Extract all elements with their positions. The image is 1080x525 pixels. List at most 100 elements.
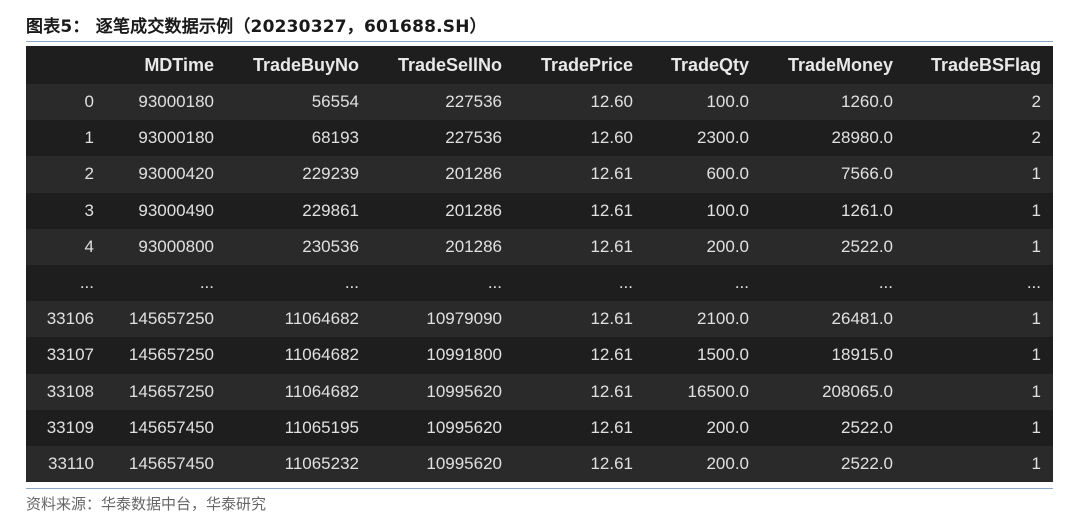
tradeprice-cell: 12.61 [590, 164, 633, 184]
row-index-cell: ... [79, 273, 94, 293]
tradesellno-cell: 10979090 [426, 309, 502, 329]
tradesellno-cell: 201286 [445, 164, 502, 184]
tradesellno-cell: 227536 [445, 92, 502, 112]
tradebsflag-cell: 1 [1031, 417, 1041, 437]
column-header-tradebsflag: TradeBSFlag [930, 54, 1041, 75]
row-index-cell: 33108 [46, 381, 94, 401]
table-row: 0 93000180 56554 227536 12.60 100.0 1260… [26, 84, 1053, 121]
column-header-index [26, 46, 102, 84]
tradeqty-cell: 200.0 [706, 236, 749, 256]
tradebsflag-cell: ... [1026, 273, 1041, 293]
tradeqty-cell: 600.0 [706, 164, 749, 184]
tradesellno-cell: 201286 [445, 236, 502, 256]
tradebuyno-cell: 11064682 [284, 381, 359, 401]
tradebuyno-cell: 230536 [302, 236, 359, 256]
tradebsflag-cell: 1 [1031, 381, 1041, 401]
tradesellno-cell: ... [487, 273, 502, 293]
mdtime-cell: 93000800 [138, 236, 214, 256]
tradeqty-cell: 200.0 [706, 453, 749, 473]
tradeprice-cell: 12.61 [590, 345, 633, 365]
tradeqty-cell: 16500.0 [687, 381, 749, 401]
tradebsflag-cell: 1 [1031, 164, 1041, 184]
tradesellno-cell: 10995620 [426, 381, 502, 401]
column-header-tradebuyno: TradeBuyNo [252, 54, 359, 75]
mdtime-cell: 93000420 [138, 164, 214, 184]
tradesellno-cell: 10991800 [426, 345, 502, 365]
tradebsflag-cell: 1 [1031, 200, 1041, 220]
bottom-divider [26, 488, 1053, 489]
tradesellno-cell: 201286 [445, 200, 502, 220]
tradeprice-cell: 12.61 [590, 417, 633, 437]
mdtime-cell: 145657450 [128, 417, 214, 437]
data-table-container: MDTime TradeBuyNo TradeSellNo TradePrice… [26, 46, 1053, 483]
tradebsflag-cell: 1 [1031, 236, 1041, 256]
tradesellno-cell: 10995620 [426, 417, 502, 437]
table-row: 33110 145657450 11065232 10995620 12.61 … [26, 445, 1053, 483]
tradeprice-cell: 12.61 [590, 381, 633, 401]
tradeqty-cell: 100.0 [706, 200, 749, 220]
trademoney-cell: 26481.0 [831, 309, 893, 329]
trademoney-cell: ... [878, 273, 893, 293]
row-index-cell: 2 [84, 164, 94, 184]
trademoney-cell: 1260.0 [841, 92, 893, 112]
top-divider [26, 41, 1053, 42]
row-index-cell: 33109 [46, 417, 94, 437]
column-header-tradesellno: TradeSellNo [397, 54, 502, 75]
tradebuyno-cell: 11064682 [284, 309, 359, 329]
trade-data-table: MDTime TradeBuyNo TradeSellNo TradePrice… [26, 46, 1053, 483]
table-row: 33107 145657250 11064682 10991800 12.61 … [26, 337, 1053, 374]
row-index-cell: 3 [84, 200, 94, 220]
tradeqty-cell: ... [734, 273, 749, 293]
trademoney-cell: 7566.0 [841, 164, 893, 184]
table-row: 33106 145657250 11064682 10979090 12.61 … [26, 301, 1053, 338]
tradebsflag-cell: 1 [1031, 453, 1041, 473]
tradeqty-cell: 2100.0 [697, 309, 749, 329]
tradeprice-cell: 12.60 [590, 92, 633, 112]
row-index-cell: 0 [84, 92, 94, 112]
trademoney-cell: 2522.0 [841, 417, 893, 437]
tradeqty-cell: 200.0 [706, 417, 749, 437]
table-row: 4 93000800 230536 201286 12.61 200.0 252… [26, 228, 1053, 265]
mdtime-cell: 145657250 [128, 345, 214, 365]
column-header-trademoney: TradeMoney [787, 54, 893, 75]
mdtime-cell: ... [199, 273, 214, 293]
row-index-cell: 4 [84, 236, 94, 256]
mdtime-cell: 93000180 [138, 92, 214, 112]
table-row: 33108 145657250 11064682 10995620 12.61 … [26, 373, 1053, 410]
mdtime-cell: 145657250 [128, 309, 214, 329]
tradesellno-cell: 10995620 [426, 453, 502, 473]
source-note: 资料来源：华泰数据中台，华泰研究 [26, 495, 267, 513]
mdtime-cell: 145657250 [128, 381, 214, 401]
table-row-ellipsis: ... ... ... ... ... ... ... ... [26, 264, 1053, 302]
mdtime-cell: 93000180 [138, 128, 214, 148]
trademoney-cell: 2522.0 [841, 236, 893, 256]
tradesellno-cell: 227536 [445, 128, 502, 148]
column-header-tradeqty: TradeQty [670, 54, 749, 75]
tradeprice-cell: ... [618, 273, 633, 293]
figure-title: 图表5： 逐笔成交数据示例（20230327，601688.SH） [26, 17, 487, 37]
table-row: 33109 145657450 11065195 10995620 12.61 … [26, 409, 1053, 446]
tradeprice-cell: 12.61 [590, 200, 633, 220]
row-index-cell: 33110 [47, 453, 94, 473]
row-index-cell: 33107 [46, 345, 94, 365]
trademoney-cell: 18915.0 [831, 345, 893, 365]
tradeqty-cell: 1500.0 [697, 345, 749, 365]
row-index-cell: 1 [84, 128, 94, 148]
mdtime-cell: 93000490 [138, 200, 214, 220]
tradebuyno-cell: 11065195 [284, 417, 359, 437]
table-body: 0 93000180 56554 227536 12.60 100.0 1260… [26, 84, 1053, 483]
tradebuyno-cell: 11064682 [284, 345, 359, 365]
tradebuyno-cell: 229861 [302, 200, 359, 220]
column-header-mdtime: MDTime [144, 54, 214, 75]
tradebsflag-cell: 2 [1031, 92, 1041, 112]
tradeprice-cell: 12.61 [590, 236, 633, 256]
tradeprice-cell: 12.61 [590, 453, 633, 473]
tradeqty-cell: 2300.0 [697, 128, 749, 148]
table-header-row: MDTime TradeBuyNo TradeSellNo TradePrice… [26, 46, 1053, 84]
tradebsflag-cell: 1 [1031, 309, 1041, 329]
trademoney-cell: 208065.0 [822, 381, 893, 401]
table-row: 2 93000420 229239 201286 12.61 600.0 756… [26, 156, 1053, 193]
tradebuyno-cell: 68193 [311, 128, 359, 148]
tradeprice-cell: 12.61 [590, 309, 633, 329]
tradebuyno-cell: 229239 [302, 164, 359, 184]
